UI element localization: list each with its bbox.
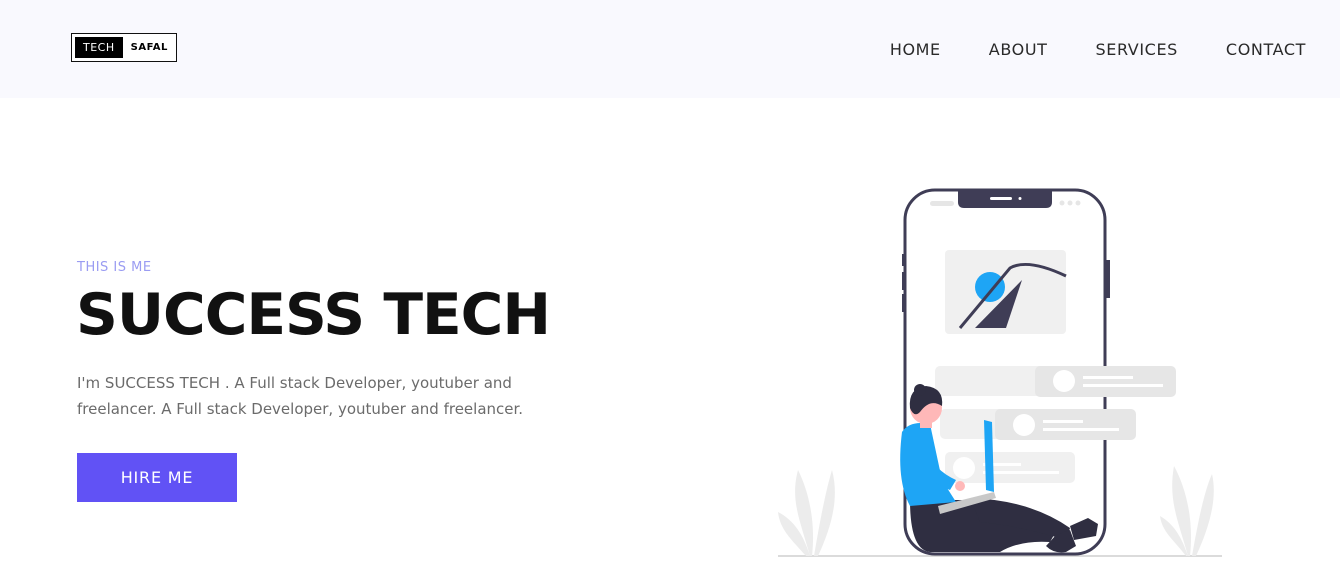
nav-home[interactable]: HOME — [890, 40, 941, 59]
hero-description: I'm SUCCESS TECH . A Full stack Develope… — [77, 374, 524, 418]
left-plant-icon — [778, 470, 835, 556]
nav-services[interactable]: SERVICES — [1096, 40, 1178, 59]
logo-tech-text: TECH — [75, 37, 123, 58]
hire-me-button[interactable]: HIRE ME — [77, 453, 237, 502]
site-header: TECH SAFAL HOME ABOUT SERVICES CONTACT — [0, 0, 1340, 98]
main-nav: HOME ABOUT SERVICES CONTACT — [842, 40, 1306, 59]
right-plant-icon — [1160, 466, 1214, 556]
person-with-laptop-and-phone-illustration — [778, 188, 1222, 557]
nav-about[interactable]: ABOUT — [989, 40, 1048, 59]
hero-eyebrow: THIS IS ME — [77, 260, 152, 275]
nav-contact[interactable]: CONTACT — [1226, 40, 1306, 59]
logo[interactable]: TECH SAFAL — [71, 33, 177, 62]
logo-safal-text: SAFAL — [130, 42, 168, 53]
hero-title: SUCCESS TECH — [76, 282, 551, 348]
